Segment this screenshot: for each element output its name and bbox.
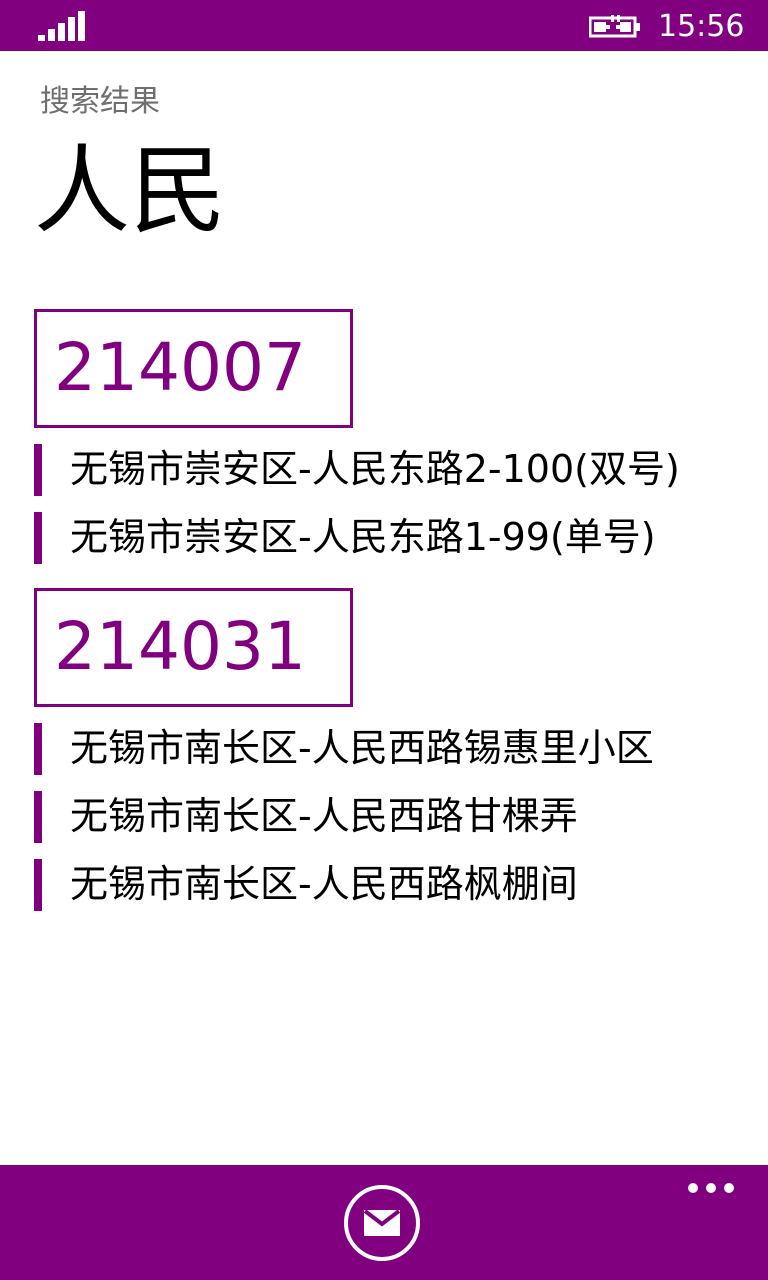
- address-item[interactable]: 无锡市崇安区-人民东路2-100(双号): [34, 444, 690, 496]
- page-title: 人民: [34, 135, 226, 247]
- more-icon: [724, 1183, 734, 1193]
- postal-group: 214031 无锡市南长区-人民西路锡惠里小区 无锡市南长区-人民西路甘棵弄 无…: [0, 588, 768, 911]
- address-item[interactable]: 无锡市崇安区-人民东路1-99(单号): [34, 512, 690, 564]
- address-item[interactable]: 无锡市南长区-人民西路锡惠里小区: [34, 723, 690, 775]
- more-icon: [706, 1183, 716, 1193]
- status-bar: 15:56: [0, 0, 768, 51]
- address-item[interactable]: 无锡市南长区-人民西路枫棚间: [34, 859, 690, 911]
- app-title: 搜索结果: [40, 84, 160, 119]
- battery-icon: [589, 15, 640, 38]
- mail-button[interactable]: [344, 1185, 420, 1261]
- mail-icon: [363, 1209, 401, 1236]
- more-icon: [688, 1183, 698, 1193]
- postal-code-header[interactable]: 214031: [34, 588, 353, 707]
- more-button[interactable]: [682, 1177, 736, 1199]
- results-list[interactable]: 214007 无锡市崇安区-人民东路2-100(双号) 无锡市崇安区-人民东路1…: [0, 309, 768, 1165]
- postal-group: 214007 无锡市崇安区-人民东路2-100(双号) 无锡市崇安区-人民东路1…: [0, 309, 768, 564]
- signal-strength-icon: [38, 11, 86, 41]
- application-bar: [0, 1165, 768, 1280]
- postal-code-header[interactable]: 214007: [34, 309, 353, 428]
- address-item[interactable]: 无锡市南长区-人民西路甘棵弄: [34, 791, 690, 843]
- clock: 15:56: [658, 9, 745, 44]
